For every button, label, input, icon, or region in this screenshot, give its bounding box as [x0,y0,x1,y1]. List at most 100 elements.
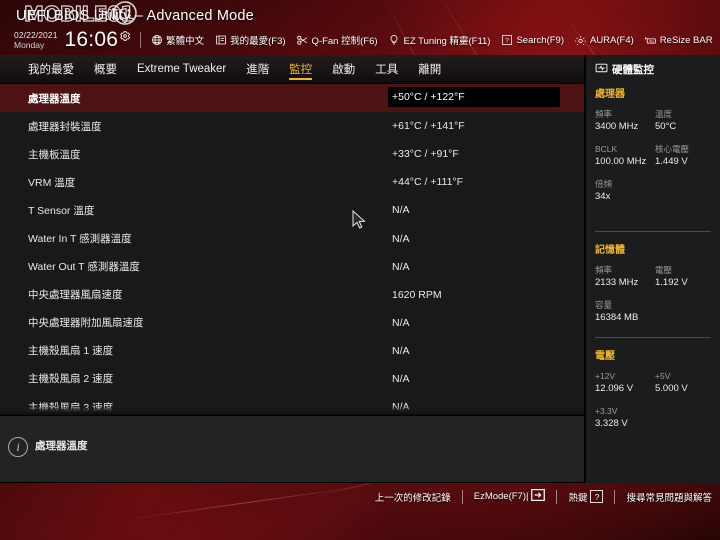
row-value: N/A [392,316,410,329]
fan-icon [296,34,309,47]
row-value: +61°C / +141°F [392,120,465,133]
bios-screen: UEFI BIOS Utility – Advanced Mode 02/22/… [0,0,720,540]
table-row[interactable]: 主機板溫度 +33°C / +91°F [0,140,584,168]
header: UEFI BIOS Utility – Advanced Mode 02/22/… [0,0,720,57]
arrow-right-icon [531,488,546,504]
gear-icon[interactable] [119,29,131,41]
hw-33v-label: +3.3V [595,406,618,416]
my-favorites-button[interactable]: 我的最愛(F3) [214,33,286,47]
table-row[interactable]: 中央處理器風扇速度 1620 RPM [0,281,584,309]
hw-ratio-label: 倍頻 [595,179,613,189]
row-value: +44°C / +111°F [392,176,464,189]
last-modified-button[interactable]: 上一次的修改記錄 [375,490,451,504]
footer-divider [556,489,558,504]
table-row[interactable]: 主機殼風扇 1 速度 N/A [0,337,584,365]
last-modified-label: 上一次的修改記錄 [374,492,451,504]
table-row[interactable]: 處理器封裝溫度 +61°C / +141°F [0,112,584,140]
hw-cpu-heading: 處理器 [595,89,625,100]
table-row[interactable]: 處理器溫度 +50°C / +122°F [0,84,584,113]
tab-main[interactable]: 概要 [94,59,117,79]
hw-mem-freq-value: 2133 MHz [595,277,639,288]
language-label: 繁體中文 [166,36,205,47]
qfan-control-button[interactable]: Q-Fan 控制(F6) [296,33,378,47]
header-toolbar: 02/22/2021 Monday 16:06 繁體中文 我的最愛(F3) Q-… [14,27,720,53]
tab-boot[interactable]: 啟動 [332,59,355,79]
hw-cpu-freq-value: 3400 MHz [595,121,639,132]
footer-divider [614,489,616,504]
table-row[interactable]: VRM 溫度 +44°C / +111°F [0,168,584,196]
hw-vcore-label: 核心電壓 [655,144,690,154]
row-label: Water In T 感測器溫度 [28,233,132,246]
aura-icon [574,34,587,47]
tab-monitor[interactable]: 監控 [289,59,313,80]
hw-divider [595,231,711,232]
ezmode-button[interactable]: EzMode(F7)| [473,488,546,504]
svg-text:4G: 4G [649,39,654,43]
svg-text:?: ? [505,38,509,45]
tab-exit[interactable]: 離開 [418,59,441,79]
hw-section-cpu: 處理器 頻率 3400 MHz 溫度 50°C BCLK 100.00 MHz [595,85,715,204]
hw-mem-volt-value: 1.192 V [655,277,688,288]
footer-links: 上一次的修改記錄 EzMode(F7)| 熱鍵 ? 搜尋常見問題與解答 [375,488,712,504]
hw-ratio-value: 34x [595,191,611,202]
ezmode-label: EzMode(F7)| [473,491,529,502]
hw-voltage-heading: 電壓 [595,351,615,362]
hardware-monitor-title-label: 硬體監控 [612,64,654,76]
hw-12v-value: 12.096 V [595,383,634,394]
aura-label: AURA(F4) [589,34,634,46]
table-row[interactable]: 中央處理器附加風扇速度 N/A [0,309,584,337]
hw-section-voltage: 電壓 +12V 12.096 V +5V 5.000 V +3.3V 3.328… [595,347,715,431]
hw-cpu-freq-label: 頻率 [595,109,613,119]
hw-cpu-temp-label: 溫度 [655,109,673,119]
scrollbar[interactable] [578,84,581,415]
hw-cpu-temp-value: 50°C [655,121,677,132]
hw-bclk-label: BCLK [595,144,618,154]
header-divider [140,32,142,48]
ez-tuning-button[interactable]: EZ Tuning 精靈(F11) [388,33,491,47]
table-row[interactable]: 主機殼風扇 2 速度 N/A [0,365,584,393]
row-label: 主機殼風扇 1 速度 [28,345,114,358]
language-button[interactable]: 繁體中文 [150,33,204,47]
tab-extreme-tweaker[interactable]: Extreme Tweaker [137,61,226,77]
monitor-icon [595,63,608,77]
hw-bclk-value: 100.00 MHz [595,156,647,167]
tab-advanced[interactable]: 進階 [246,59,269,79]
hw-divider [595,337,711,338]
resizebar-icon: 4G [644,34,657,47]
tab-my-favorites[interactable]: 我的最愛 [28,59,74,79]
hotkey-keycap: ? [590,490,604,503]
row-value: +50°C / +122°F [392,91,465,103]
resize-bar-button[interactable]: 4G ReSize BAR [644,34,713,47]
table-row[interactable]: T Sensor 溫度 N/A [0,196,584,224]
faq-label: 搜尋常見問題與解答 [626,492,712,504]
tab-tool[interactable]: 工具 [375,59,398,79]
faq-button[interactable]: 搜尋常見問題與解答 [626,490,712,504]
hw-33v-value: 3.328 V [595,418,628,429]
hotkey-button[interactable]: 熱鍵 ? [568,490,604,504]
weekday-label: Monday [14,40,45,50]
row-label: 主機板溫度 [28,148,81,161]
page-title: UEFI BIOS Utility – Advanced Mode [16,8,254,24]
list-fade [0,406,584,415]
row-label: VRM 溫度 [28,176,76,189]
row-label: 中央處理器附加風扇速度 [28,317,144,330]
row-label: 主機殼風扇 2 速度 [28,373,114,386]
table-row[interactable]: Water Out T 感測器溫度 N/A [0,253,584,281]
qfan-control-label: Q-Fan 控制(F6) [311,36,378,47]
footer: 上一次的修改記錄 EzMode(F7)| 熱鍵 ? 搜尋常見問題與解答 Vers… [0,483,720,540]
row-label: Water Out T 感測器溫度 [28,261,140,274]
aura-button[interactable]: AURA(F4) [574,34,634,47]
table-row[interactable]: Water In T 感測器溫度 N/A [0,224,584,252]
clock-label: 16:06 [64,28,119,51]
footer-divider [461,489,463,504]
row-label: 處理器封裝溫度 [28,120,102,133]
title-row: UEFI BIOS Utility – Advanced Mode [16,6,254,26]
search-button[interactable]: ? Search(F9) [500,34,564,47]
my-favorites-label: 我的最愛(F3) [230,36,286,47]
row-value: N/A [392,260,410,273]
ez-tuning-label: EZ Tuning 精靈(F11) [403,36,491,47]
monitor-list[interactable]: 處理器溫度 +50°C / +122°F 處理器封裝溫度 +61°C / +14… [0,84,584,415]
hw-5v-label: +5V [655,371,671,381]
row-value: N/A [392,232,410,245]
hw-memory-heading: 記憶體 [595,245,625,256]
